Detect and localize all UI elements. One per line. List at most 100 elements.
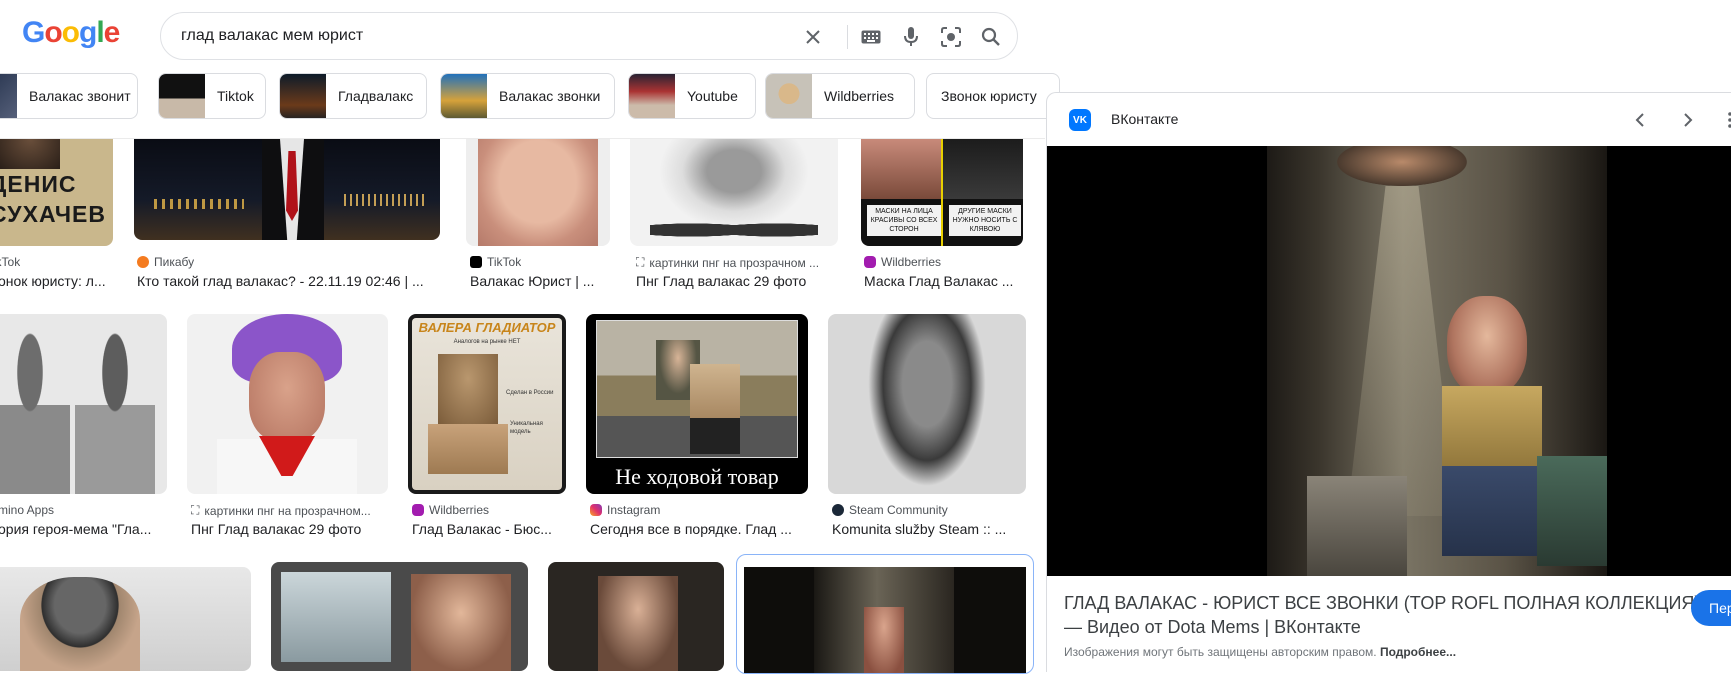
chip-thumbnail: [629, 74, 675, 118]
result-image[interactable]: [466, 139, 610, 246]
related-chips: Валакас звонит Tiktok Гладвалакс Валакас…: [0, 73, 1060, 121]
gas-cylinder: [1537, 456, 1607, 566]
google-logo[interactable]: Google: [22, 16, 120, 50]
chip-thumbnail: [159, 74, 205, 118]
cartoon-figure: [864, 607, 904, 673]
demotivator-caption: Не ходовой товар: [615, 464, 779, 489]
result-title[interactable]: ория героя-мема "Гла...: [0, 521, 158, 537]
result-image[interactable]: [828, 314, 1026, 494]
ceiling-face: [1337, 146, 1467, 186]
visit-button[interactable]: Пер: [1691, 590, 1731, 626]
man-right: [75, 332, 155, 494]
panel-site-name[interactable]: ВКонтакте: [1111, 111, 1178, 127]
search-box[interactable]: глад валакас мем юрист: [160, 12, 1018, 60]
chip-valakas-zvonit[interactable]: Валакас звонит: [0, 73, 138, 119]
lens-camera-icon[interactable]: [939, 25, 963, 49]
chip-zvonok-yuristu[interactable]: Звонок юристу: [926, 73, 1060, 119]
book-cover-portrait: [0, 139, 60, 169]
image-source-icon: ⛶: [191, 503, 200, 517]
result-source: TikTok: [0, 255, 21, 269]
result-image[interactable]: [0, 567, 251, 671]
face: [411, 574, 511, 671]
result-image[interactable]: ДЕНИС СУХАЧЕВ: [0, 139, 113, 246]
stove: [1307, 476, 1407, 576]
chevron-left-icon[interactable]: [1627, 107, 1653, 133]
result-source: Steam Community: [832, 503, 948, 517]
divider: [941, 139, 943, 246]
panel-header: VK ВКонтакте: [1047, 93, 1731, 145]
result-title[interactable]: Komunita služby Steam :: ...: [832, 521, 1022, 537]
chip-wildberries[interactable]: Wildberries: [765, 73, 915, 119]
result-source: Wildberries: [412, 503, 489, 517]
instagram-favicon: [590, 504, 602, 516]
vk-icon: VK: [1069, 109, 1091, 131]
result-image[interactable]: [134, 139, 440, 240]
result-image[interactable]: [744, 567, 1026, 673]
chip-thumbnail: [280, 74, 326, 118]
keyboard-icon[interactable]: [859, 25, 883, 49]
chip-youtube[interactable]: Youtube: [628, 73, 756, 119]
search-input[interactable]: глад валакас мем юрист: [181, 27, 363, 45]
microphone-icon[interactable]: [899, 25, 923, 49]
face: [598, 576, 678, 671]
learn-more-link[interactable]: Подробнее...: [1380, 645, 1456, 659]
result-source: Пикабу: [137, 255, 194, 269]
mask-left: [861, 139, 942, 199]
result-source: ⛶ картинки пнг на прозрачном...: [191, 503, 371, 518]
result-image[interactable]: [548, 562, 724, 671]
bust-head: [438, 354, 498, 424]
result-image[interactable]: ВАЛЕРА ГЛАДИАТОР Аналогов на рынке НЕТ С…: [408, 314, 566, 494]
result-title[interactable]: Сегодня все в порядке. Глад ...: [590, 521, 805, 537]
result-title[interactable]: Кто такой глад валакас? - 22.11.19 02:46…: [137, 273, 437, 289]
chip-tiktok[interactable]: Tiktok: [158, 73, 266, 119]
result-source: Wildberries: [864, 255, 941, 269]
city-lights: [154, 199, 244, 209]
product-subtitle: Аналогов на рынке НЕТ: [453, 339, 521, 345]
face-photo: [478, 139, 598, 246]
copyright-note: Изображения могут быть защищены авторски…: [1064, 645, 1457, 659]
steam-favicon: [832, 504, 844, 516]
mask-right: [942, 139, 1023, 199]
pikabu-favicon: [137, 256, 149, 268]
chip-thumbnail: [766, 74, 812, 118]
result-source: Instagram: [590, 503, 660, 517]
result-source: TikTok: [470, 255, 521, 269]
wildberries-favicon: [412, 504, 424, 516]
search-icon[interactable]: [979, 25, 1003, 49]
cartoon-head: [1447, 296, 1527, 396]
result-image[interactable]: [271, 562, 528, 671]
chip-valakas-zvonki[interactable]: Валакас звонки: [440, 73, 615, 119]
panel-title[interactable]: ГЛАД ВАЛАКАС - ЮРИСТ ВСЕ ЗВОНКИ (TOP ROF…: [1064, 591, 1704, 639]
result-source: ⛶ картинки пнг на прозрачном ...: [636, 255, 820, 270]
bw-portrait: [858, 314, 996, 494]
result-image[interactable]: Не ходовой товар: [586, 314, 808, 494]
result-image[interactable]: МАСКИ НА ЛИЦА КРАСИВЫ СО ВСЕХ СТОРОН ДРУ…: [861, 139, 1023, 246]
preview-panel: VK ВКонтакте ГЛАД ВАЛАКАС - ЮРИСТ ВСЕ ЗВ…: [1046, 92, 1731, 672]
result-title[interactable]: Глад Валакас - Бюс...: [412, 521, 562, 537]
result-image[interactable]: [187, 314, 388, 494]
cartoon-body: [1442, 386, 1542, 476]
selected-result-outline[interactable]: [736, 554, 1034, 674]
chip-gladvalaks[interactable]: Гладвалакс: [279, 73, 427, 119]
monitor: [281, 572, 391, 662]
image-source-icon: ⛶: [636, 255, 645, 269]
chip-thumbnail: [0, 74, 17, 118]
result-title[interactable]: онок юристу: л...: [0, 273, 106, 289]
person-wheelchair: [690, 364, 740, 454]
bust-box: [428, 424, 508, 474]
mask-caption-right: ДРУГИЕ МАСКИ НУЖНО НОСИТЬ С КЛЯВОЮ: [949, 205, 1021, 236]
result-title[interactable]: Пнг Глад валакас 29 фото: [636, 273, 841, 289]
city-lights: [344, 194, 424, 206]
more-vert-icon[interactable]: [1717, 107, 1731, 133]
result-image[interactable]: [630, 139, 838, 246]
result-title[interactable]: Валакас Юрист | ...: [470, 273, 610, 289]
search-divider: [847, 25, 848, 49]
chevron-right-icon[interactable]: [1675, 107, 1701, 133]
cartoon-legs: [1442, 466, 1542, 556]
clear-icon[interactable]: [801, 25, 825, 49]
result-title[interactable]: Пнг Глад валакас 29 фото: [191, 521, 381, 537]
preview-image[interactable]: [1047, 146, 1731, 576]
product-made: Сделан в России: [506, 390, 554, 396]
result-image[interactable]: [0, 314, 167, 494]
result-title[interactable]: Маска Глад Валакас ...: [864, 273, 1024, 289]
